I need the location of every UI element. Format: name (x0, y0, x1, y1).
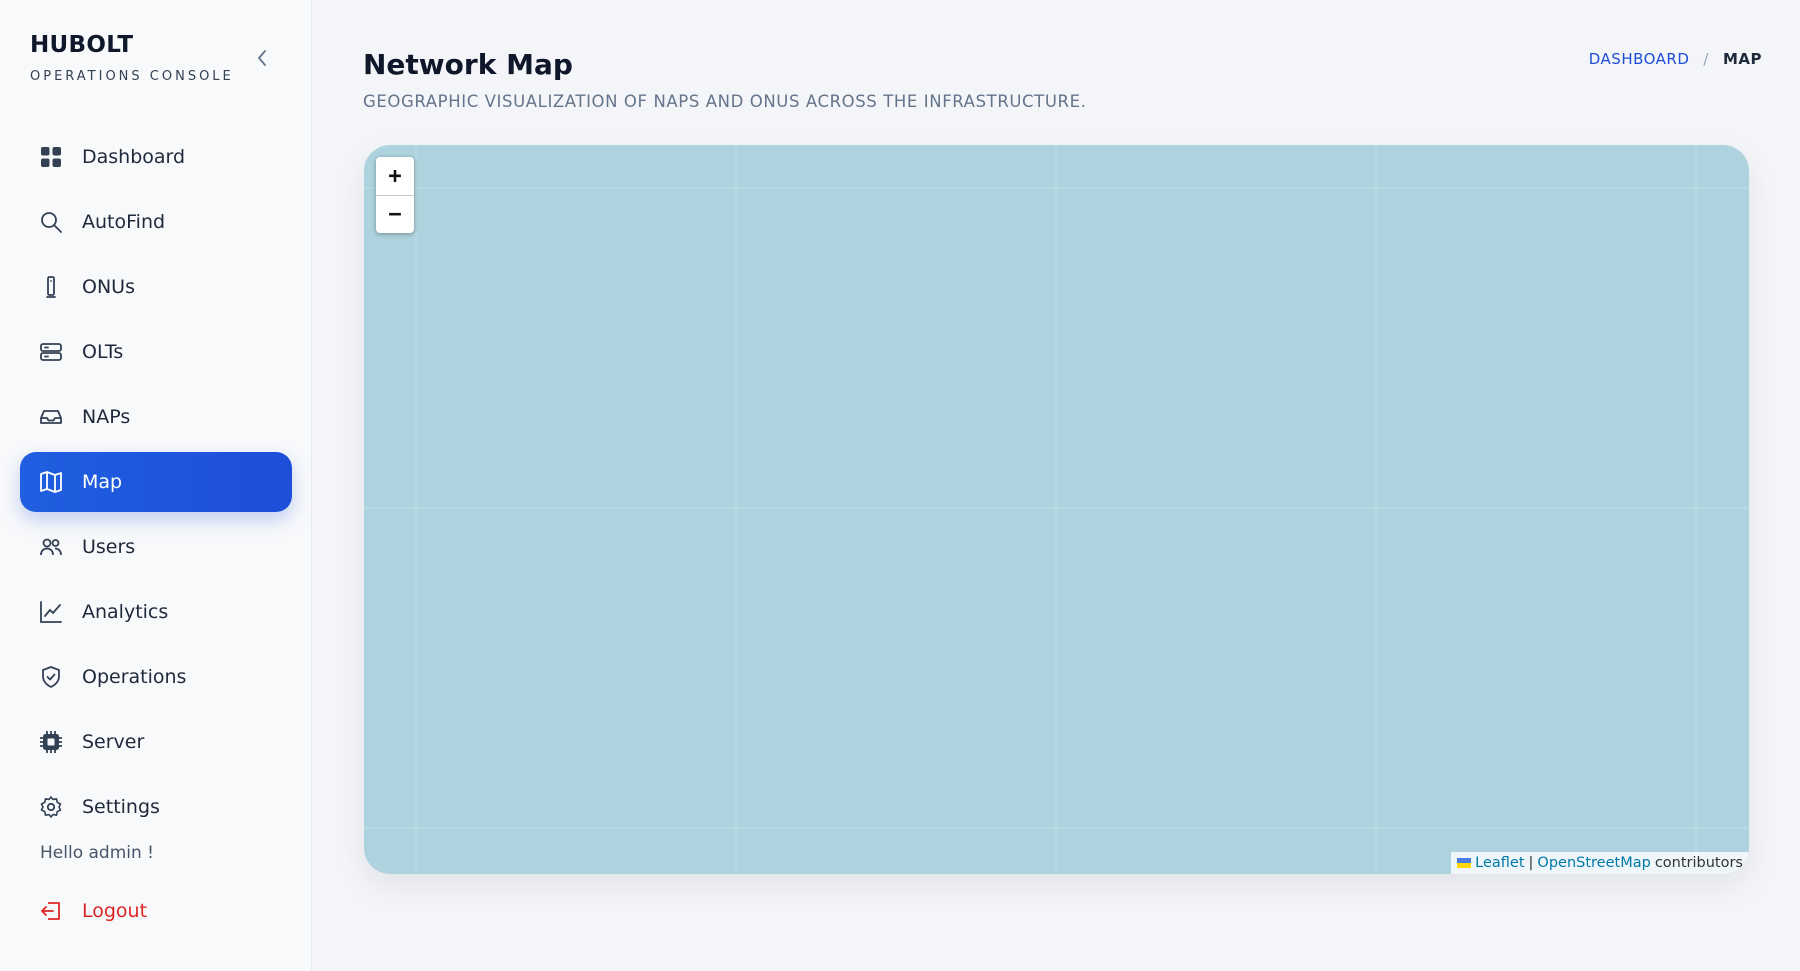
breadcrumb: DASHBOARD / MAP (1589, 50, 1762, 68)
sidebar-item-operations[interactable]: Operations (20, 647, 292, 707)
sidebar-item-label: Users (82, 536, 136, 558)
server-rack-icon (39, 340, 63, 364)
zoom-in-button[interactable]: + (376, 157, 414, 195)
sidebar-item-label: Operations (82, 666, 187, 688)
sidebar-item-analytics[interactable]: Analytics (20, 582, 292, 642)
zoom-out-button[interactable]: − (376, 195, 414, 233)
zoom-control: + − (376, 157, 414, 233)
logout-button[interactable]: Logout (20, 881, 292, 941)
sidebar-item-label: Settings (82, 796, 160, 818)
chip-icon (39, 730, 63, 754)
sidebar-item-dashboard[interactable]: Dashboard (20, 127, 292, 187)
sidebar-item-label: Dashboard (82, 146, 186, 168)
sidebar-item-label: Map (82, 471, 123, 493)
attribution-suffix: contributors (1654, 855, 1743, 871)
sidebar-item-label: ONUs (82, 276, 135, 298)
page-subtitle: GEOGRAPHIC VISUALIZATION OF NAPS AND ONU… (363, 92, 1087, 111)
gear-icon (39, 795, 63, 819)
sidebar: HUBOLT OPERATIONS CONSOLE Dashboard Auto… (0, 0, 312, 971)
sidebar-item-label: Analytics (82, 601, 169, 623)
map-attribution: Leaflet | OpenStreetMap contributors (1451, 852, 1749, 874)
shield-check-icon (39, 665, 63, 689)
network-map[interactable]: + − Leaflet | OpenStreetMap contributors (364, 145, 1749, 874)
breadcrumb-dashboard-link[interactable]: DASHBOARD (1589, 50, 1690, 68)
grid-icon (39, 145, 63, 169)
sidebar-item-label: OLTs (82, 341, 124, 363)
brand: HUBOLT OPERATIONS CONSOLE (30, 32, 234, 84)
users-icon (39, 535, 63, 559)
chevron-left-icon (258, 50, 266, 66)
sidebar-item-naps[interactable]: NAPs (20, 387, 292, 447)
chart-line-icon (39, 600, 63, 624)
openstreetmap-link[interactable]: OpenStreetMap (1537, 855, 1650, 871)
inbox-icon (39, 405, 63, 429)
sidebar-item-map[interactable]: Map (20, 452, 292, 512)
breadcrumb-separator: / (1703, 50, 1709, 68)
sidebar-item-label: NAPs (82, 406, 131, 428)
user-greeting: Hello admin ! (40, 843, 154, 863)
sidebar-item-label: Server (82, 731, 145, 753)
brand-subtitle: OPERATIONS CONSOLE (30, 69, 234, 84)
sidebar-item-autofind[interactable]: AutoFind (20, 192, 292, 252)
search-icon (39, 210, 63, 234)
page-title: Network Map (363, 48, 573, 81)
sidebar-nav: Dashboard AutoFind ONUs OLTs NAPs Map Us… (20, 127, 292, 842)
sidebar-item-settings[interactable]: Settings (20, 777, 292, 837)
attribution-divider: | (1528, 855, 1534, 871)
logout-icon (39, 899, 63, 923)
device-icon (39, 275, 63, 299)
logout-label: Logout (82, 900, 148, 922)
brand-title: HUBOLT (30, 32, 134, 58)
sidebar-item-label: AutoFind (82, 211, 166, 233)
collapse-sidebar-button[interactable] (250, 46, 274, 70)
breadcrumb-current: MAP (1722, 50, 1762, 68)
sidebar-item-server[interactable]: Server (20, 712, 292, 772)
map-icon (39, 470, 63, 494)
sidebar-item-onus[interactable]: ONUs (20, 257, 292, 317)
sidebar-item-users[interactable]: Users (20, 517, 292, 577)
map-tile-grid (364, 145, 1749, 874)
leaflet-link[interactable]: Leaflet (1475, 855, 1524, 871)
sidebar-item-olts[interactable]: OLTs (20, 322, 292, 382)
ukraine-flag-icon (1457, 858, 1472, 868)
main-content: Network Map GEOGRAPHIC VISUALIZATION OF … (312, 0, 1800, 971)
